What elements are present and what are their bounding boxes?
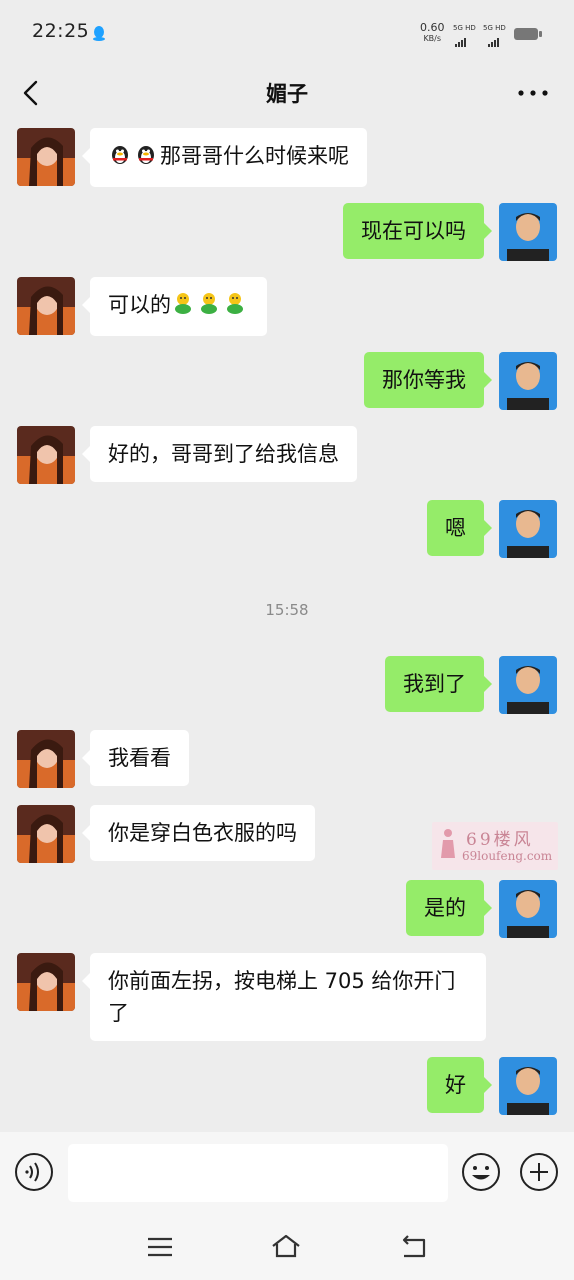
- more-dots-icon[interactable]: [516, 78, 550, 108]
- message-text: 可以的: [108, 293, 171, 317]
- signal-bars-icon: [455, 28, 467, 47]
- my-avatar[interactable]: [499, 880, 557, 938]
- contact-avatar[interactable]: [17, 805, 75, 863]
- penguin-emoji-icon: [108, 142, 132, 175]
- my-avatar[interactable]: [499, 352, 557, 410]
- voice-icon[interactable]: [14, 1152, 54, 1192]
- emoji-icon[interactable]: [461, 1152, 501, 1192]
- my-avatar[interactable]: [499, 203, 557, 261]
- watermark: 69楼风 69loufeng.com: [432, 822, 558, 870]
- battery-icon: [514, 28, 542, 40]
- message-bubble-outgoing[interactable]: 好: [427, 1057, 492, 1113]
- home-icon[interactable]: [270, 1232, 302, 1262]
- message-text: 现在可以吗: [361, 219, 466, 243]
- net-speed-value: 0.60: [420, 21, 445, 34]
- message-bubble-incoming[interactable]: 好的，哥哥到了给我信息: [82, 426, 357, 482]
- chat-header: 媚子: [0, 66, 574, 122]
- contact-avatar[interactable]: [17, 277, 75, 335]
- chat-area[interactable]: 那哥哥什么时候来呢 现在可以吗 可以的 那你等我 好的，哥哥到了给我信息 嗯 1…: [0, 122, 574, 1132]
- message-bubble-incoming[interactable]: 可以的: [82, 277, 267, 336]
- cute-emoji-icon: [223, 291, 247, 324]
- back-nav-icon[interactable]: [398, 1232, 430, 1262]
- chat-timestamp: 15:58: [265, 601, 309, 619]
- message-text: 那哥哥什么时候来呢: [160, 144, 349, 168]
- input-bar: [0, 1132, 574, 1214]
- contact-avatar[interactable]: [17, 426, 75, 484]
- message-text: 我看看: [108, 746, 171, 770]
- chat-title: 媚子: [266, 82, 308, 106]
- net-speed-unit: KB/s: [423, 34, 442, 43]
- watermark-text-cn: 69楼风: [466, 830, 534, 850]
- watermark-text-en: 69loufeng.com: [462, 849, 553, 863]
- menu-icon[interactable]: [144, 1232, 176, 1262]
- message-bubble-outgoing[interactable]: 现在可以吗: [343, 203, 492, 259]
- plus-icon[interactable]: [519, 1152, 559, 1192]
- message-text: 好的，哥哥到了给我信息: [108, 442, 339, 466]
- message-text: 那你等我: [382, 368, 466, 392]
- penguin-emoji-icon: [134, 142, 158, 175]
- message-bubble-incoming[interactable]: 那哥哥什么时候来呢: [82, 128, 367, 187]
- message-text: 你前面左拐，按电梯上 705 给你开门了: [108, 969, 456, 1025]
- qq-notification-icon: [92, 25, 106, 45]
- message-text: 嗯: [445, 516, 466, 540]
- message-text: 好: [445, 1073, 466, 1097]
- message-text: 你是穿白色衣服的吗: [108, 821, 297, 845]
- status-bar: 22:25 0.60 KB/s 5G HD 5G HD: [0, 0, 574, 66]
- my-avatar[interactable]: [499, 500, 557, 558]
- contact-avatar[interactable]: [17, 128, 75, 186]
- cute-emoji-icon: [197, 291, 221, 324]
- contact-avatar[interactable]: [17, 953, 75, 1011]
- message-bubble-incoming[interactable]: 我看看: [82, 730, 189, 786]
- message-text: 我到了: [403, 672, 466, 696]
- cute-emoji-icon: [171, 291, 195, 324]
- message-bubble-incoming[interactable]: 你是穿白色衣服的吗: [82, 805, 315, 861]
- message-bubble-outgoing[interactable]: 我到了: [385, 656, 492, 712]
- system-nav-bar: [0, 1214, 574, 1280]
- message-input[interactable]: [68, 1144, 448, 1202]
- message-bubble-outgoing[interactable]: 嗯: [427, 500, 492, 556]
- my-avatar[interactable]: [499, 656, 557, 714]
- status-time: 22:25: [32, 20, 90, 42]
- message-bubble-incoming[interactable]: 你前面左拐，按电梯上 705 给你开门了: [82, 953, 486, 1041]
- message-bubble-outgoing[interactable]: 是的: [406, 880, 492, 936]
- network-speed: 0.60 KB/s: [420, 22, 445, 44]
- watermark-figure-icon: [439, 828, 457, 868]
- message-bubble-outgoing[interactable]: 那你等我: [364, 352, 492, 408]
- my-avatar[interactable]: [499, 1057, 557, 1115]
- contact-avatar[interactable]: [17, 730, 75, 788]
- message-text: 是的: [424, 896, 466, 920]
- signal-bars-icon: [488, 28, 500, 47]
